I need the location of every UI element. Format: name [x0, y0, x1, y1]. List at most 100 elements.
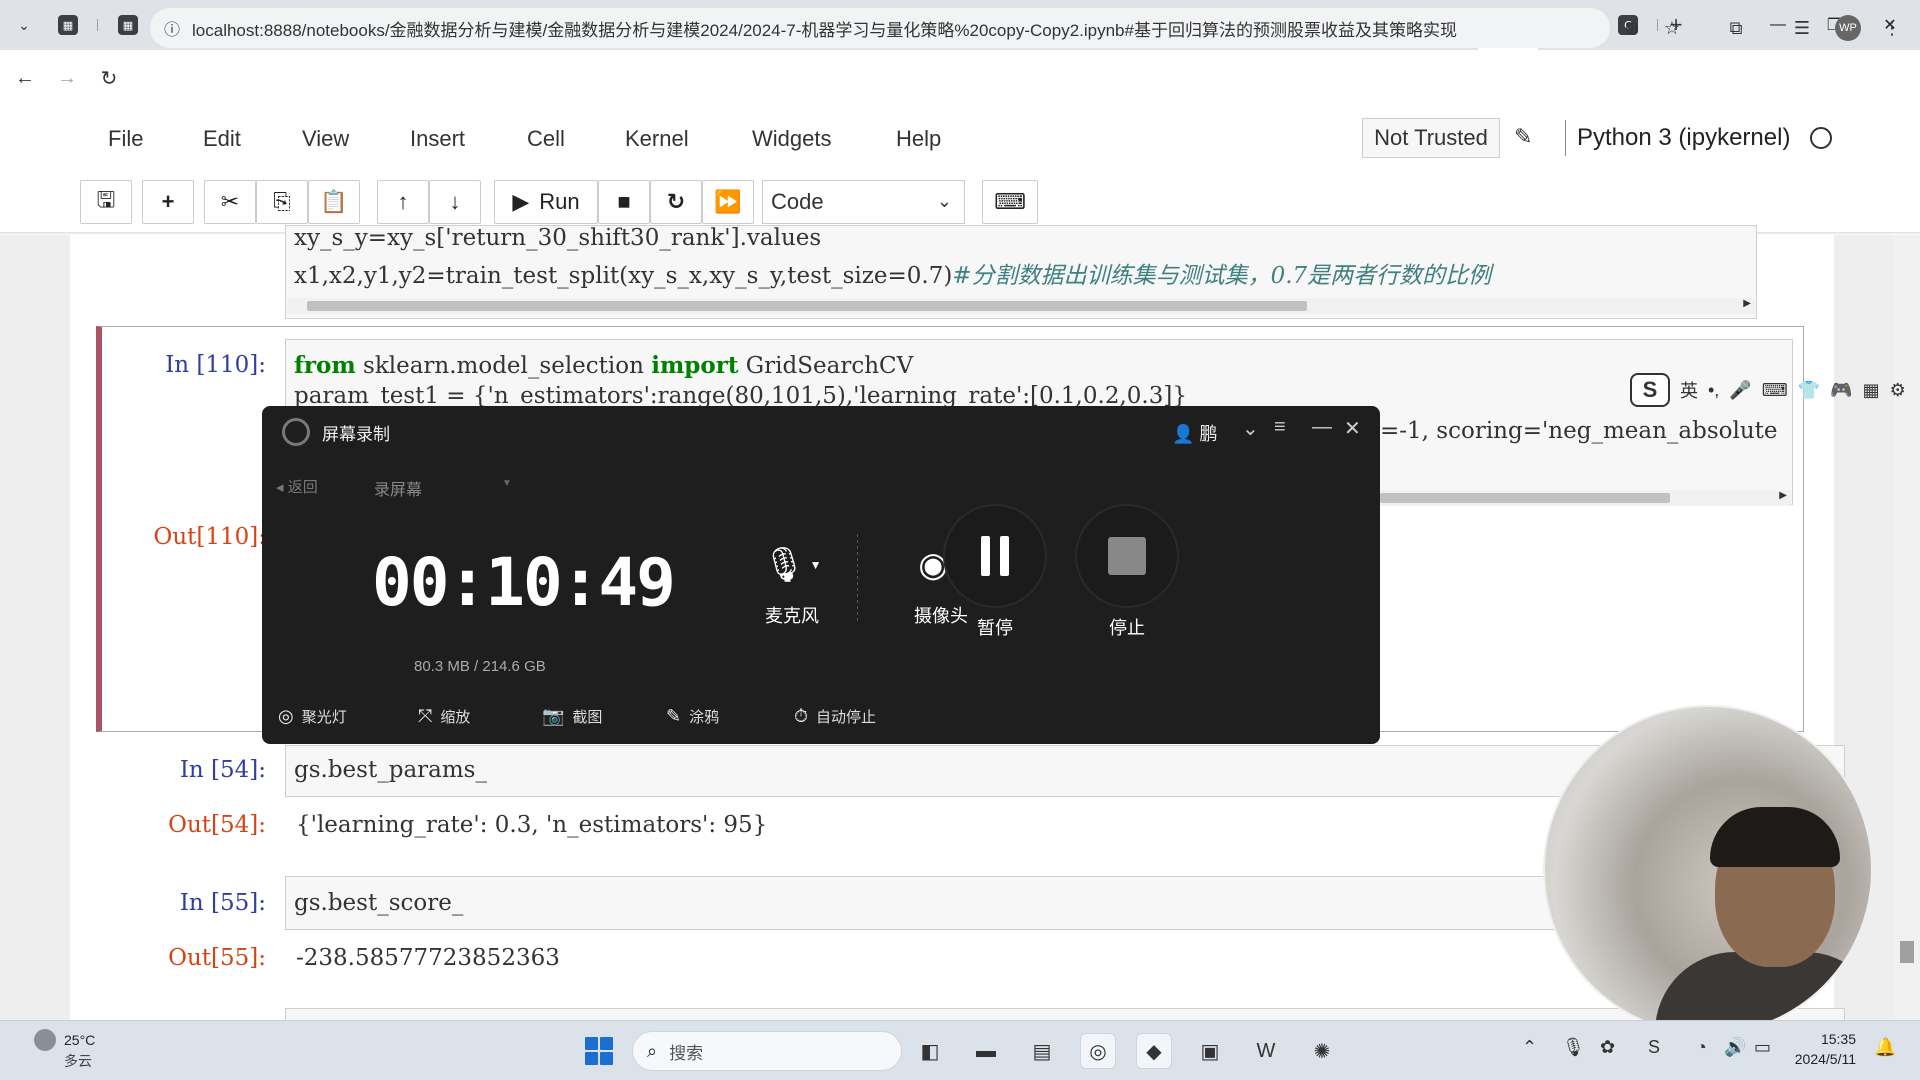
browser-menu-icon[interactable]: ⋮ — [1872, 8, 1912, 48]
screen-recorder-panel: 屏幕录制 👤 鹏 ⌄ ≡ — ✕ ◂ 返回 录屏幕 ▼ 00:10:49 80.… — [262, 406, 1380, 744]
menu-widgets[interactable]: Widgets — [752, 126, 831, 152]
search-placeholder: 搜索 — [669, 1043, 704, 1063]
site-info-icon[interactable]: ⓘ — [164, 16, 180, 40]
settings-gear-icon[interactable]: ⚙ — [1890, 380, 1906, 401]
user-avatar-icon: 👤 — [1172, 424, 1195, 444]
horizontal-scrollbar[interactable]: ▶ — [1380, 490, 1791, 506]
menu-edit[interactable]: Edit — [203, 126, 241, 152]
app-icon[interactable]: ✺ — [1304, 1033, 1340, 1069]
kernel-idle-indicator-icon — [1810, 127, 1832, 149]
keyboard-icon[interactable]: ⌨ — [1762, 380, 1788, 401]
recorder-app-icon[interactable]: ◆ — [1136, 1033, 1172, 1069]
recorder-user[interactable]: 👤 鹏 — [1172, 420, 1217, 446]
windows-start-icon[interactable] — [585, 1037, 613, 1065]
menu-kernel[interactable]: Kernel — [625, 126, 689, 152]
reading-list-icon[interactable]: ☰ — [1782, 8, 1822, 48]
task-view-icon[interactable]: ◧ — [912, 1033, 948, 1069]
back-arrow-icon[interactable]: ← — [8, 61, 42, 95]
browser-tab[interactable]: ▦ — [98, 7, 158, 43]
menu-file[interactable]: File — [108, 126, 143, 152]
forward-arrow-icon[interactable]: → — [50, 61, 84, 95]
record-mode-select[interactable]: 录屏幕 — [374, 476, 422, 500]
keyboard-shortcuts-icon[interactable]: ⌨ — [982, 180, 1038, 224]
browser-tab[interactable]: ▦ — [38, 7, 98, 43]
skin-icon[interactable]: 👕 — [1798, 380, 1820, 401]
interrupt-icon[interactable]: ■ — [598, 180, 650, 224]
minimize-icon[interactable]: — — [1312, 416, 1332, 439]
back-button[interactable]: ◂ 返回 — [276, 476, 318, 497]
run-button[interactable]: ▶ Run — [494, 180, 598, 224]
microphone-icon[interactable]: 🎤 — [1729, 380, 1751, 401]
menu-icon[interactable]: ≡ — [1274, 416, 1286, 439]
move-down-icon[interactable]: ↓ — [429, 180, 481, 224]
temperature: 25°C — [64, 1032, 96, 1048]
wifi-icon[interactable]: ◔ — [1696, 1037, 1707, 1058]
screenshot-tool[interactable]: 📷 截图 — [542, 706, 602, 727]
tray-overflow-icon[interactable]: ⌃ — [1522, 1037, 1537, 1058]
punctuation-icon[interactable]: •, — [1708, 380, 1719, 401]
not-trusted-button[interactable]: Not Trusted — [1362, 118, 1500, 158]
cut-icon[interactable]: ✂ — [204, 180, 256, 224]
auto-stop-tool[interactable]: ⏱ 自动停止 — [794, 706, 876, 727]
battery-icon[interactable]: ▭ — [1754, 1037, 1771, 1058]
terminal-icon[interactable]: ▬ — [968, 1033, 1004, 1069]
chrome-icon[interactable]: ◎ — [1080, 1033, 1116, 1069]
toolbox-icon[interactable]: ▦ — [1863, 380, 1880, 401]
menu-view[interactable]: View — [302, 126, 349, 152]
cell-output: {'learning_rate': 0.3, 'n_estimators': 9… — [296, 812, 768, 838]
app-tray-icon[interactable]: ✿ — [1600, 1037, 1615, 1058]
chevron-down-icon[interactable]: ▼ — [502, 478, 512, 489]
ime-language[interactable]: 英 — [1680, 377, 1698, 403]
microphone-toggle[interactable]: 🎙 ▼ 麦克风 — [737, 544, 847, 628]
weather-widget[interactable]: 25°C 多云 — [34, 1029, 96, 1069]
game-icon[interactable]: 🎮 — [1830, 380, 1852, 401]
copy-icon[interactable]: ⎘ — [256, 180, 308, 224]
paste-icon[interactable]: 📋 — [308, 180, 360, 224]
horizontal-scrollbar[interactable]: ▶ — [287, 298, 1755, 314]
close-icon[interactable]: ✕ — [1344, 416, 1361, 441]
kernel-name[interactable]: Python 3 (ipykernel) — [1577, 124, 1790, 152]
reload-icon[interactable]: ↻ — [92, 61, 126, 95]
cloud-icon — [34, 1029, 56, 1051]
bookmark-star-icon[interactable]: ☆ — [1652, 8, 1692, 48]
scrollbar-thumb[interactable] — [307, 301, 1307, 311]
save-icon[interactable]: 🖫 — [80, 180, 132, 224]
stop-button[interactable]: 停止 — [1072, 504, 1182, 640]
zoom-tool[interactable]: ⤧ 缩放 — [418, 706, 470, 727]
file-explorer-icon[interactable]: ▤ — [1024, 1033, 1060, 1069]
taskbar-search[interactable]: ⌕ 搜索 — [632, 1031, 902, 1071]
menu-cell[interactable]: Cell — [527, 126, 565, 152]
pause-button[interactable]: 暂停 — [940, 504, 1050, 640]
spotlight-tool[interactable]: ◎ 聚光灯 — [278, 706, 347, 727]
console-icon[interactable]: ▣ — [1192, 1033, 1228, 1069]
microphone-icon[interactable]: 🎙 — [1562, 1037, 1585, 1058]
page-scrollbar[interactable] — [1894, 235, 1920, 1020]
chevron-down-icon[interactable]: ⌄ — [1242, 416, 1259, 441]
edit-pencil-icon[interactable]: ✎ — [1514, 124, 1532, 150]
address-bar[interactable]: ⓘ localhost:8888/notebooks/金融数据分析与建模/金融数… — [150, 8, 1610, 48]
cell-type-select[interactable]: Code ⌄ — [762, 180, 965, 224]
weather-condition: 多云 — [64, 1053, 92, 1069]
wps-icon[interactable]: W — [1248, 1033, 1284, 1069]
sogou-logo-icon[interactable]: S — [1630, 373, 1670, 407]
extensions-icon[interactable]: ⧉ — [1716, 8, 1756, 48]
volume-icon[interactable]: 🔊 — [1724, 1037, 1746, 1058]
scroll-right-arrow-icon[interactable]: ▶ — [1779, 490, 1787, 501]
menu-insert[interactable]: Insert — [410, 126, 465, 152]
scrollbar-thumb[interactable] — [1900, 941, 1914, 963]
profile-avatar-icon[interactable]: WP — [1828, 8, 1868, 48]
restart-icon[interactable]: ↻ — [650, 180, 702, 224]
zoom-icon[interactable]: ⊕ — [1612, 8, 1652, 48]
scroll-right-arrow-icon[interactable]: ▶ — [1743, 298, 1751, 309]
scrollbar-thumb[interactable] — [1380, 493, 1670, 503]
menu-help[interactable]: Help — [896, 126, 941, 152]
doodle-tool[interactable]: ✎ 涂鸦 — [666, 706, 719, 727]
tab-search-chevron-icon[interactable]: ⌄ — [10, 11, 38, 39]
move-up-icon[interactable]: ↑ — [377, 180, 429, 224]
notification-bell-icon[interactable]: 🔔 — [1874, 1037, 1896, 1058]
system-clock[interactable]: 15:35 2024/5/11 — [1792, 1029, 1856, 1069]
url-text[interactable]: localhost:8888/notebooks/金融数据分析与建模/金融数据分… — [192, 16, 1552, 41]
insert-cell-icon[interactable]: + — [142, 180, 194, 224]
restart-run-all-icon[interactable]: ⏩ — [702, 180, 754, 224]
sogou-tray-icon[interactable]: S — [1648, 1037, 1660, 1058]
